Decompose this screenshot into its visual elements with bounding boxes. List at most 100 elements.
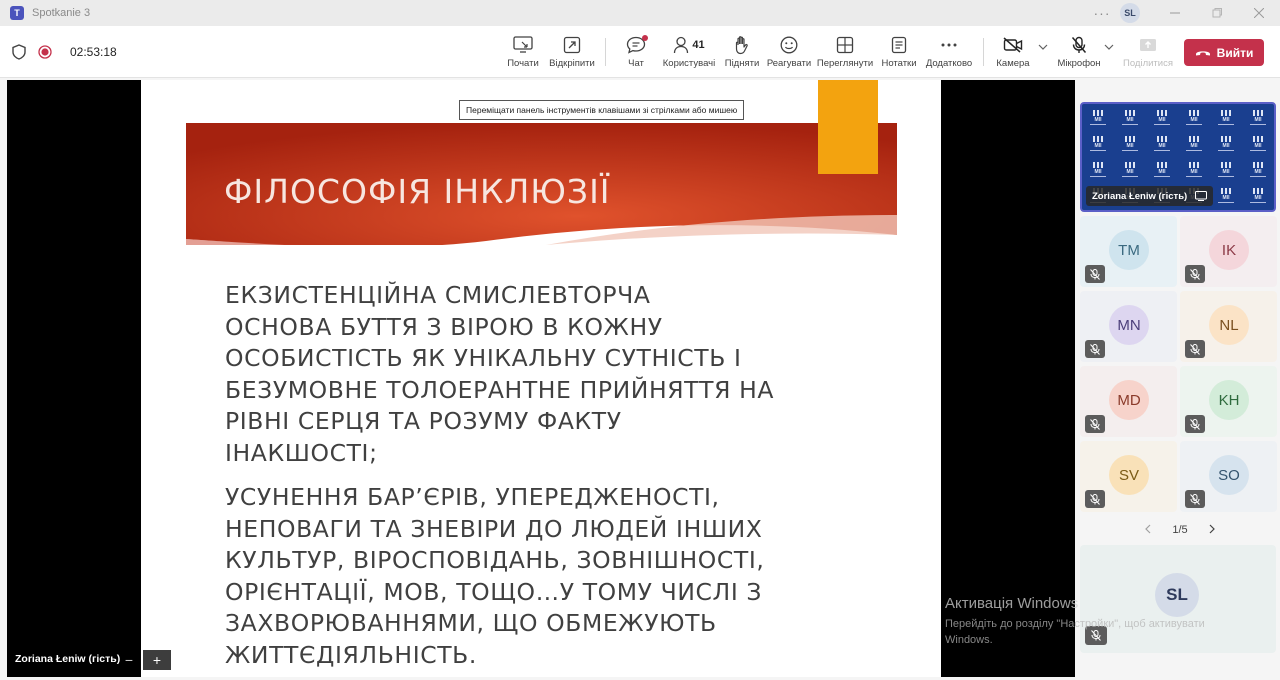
more-options-button[interactable]: ··· — [1086, 5, 1118, 21]
chevron-right-icon — [1209, 524, 1215, 534]
meeting-toolbar: 02:53:18 Почати Відкріпити Чат 41 Корист… — [0, 26, 1280, 78]
logo-underline — [1250, 201, 1266, 203]
logo-underline — [1250, 175, 1266, 177]
raise-hand-button[interactable]: Підняти — [724, 34, 760, 74]
logo-text: МІІ — [1222, 168, 1230, 175]
logo-underline — [1122, 149, 1138, 151]
logo-text: МІІ — [1158, 116, 1166, 123]
logo-underline — [1154, 149, 1170, 151]
participant-tile[interactable]: MN — [1080, 291, 1177, 362]
popout-button[interactable]: Відкріпити — [548, 34, 596, 74]
participant-tile[interactable]: NL — [1180, 291, 1277, 362]
logo-mark-icon — [1221, 187, 1231, 194]
logo-mark-icon — [1157, 109, 1167, 116]
close-window-button[interactable] — [1238, 0, 1280, 26]
slide-text-line: ОСНОВА БУТТЯ З ВІРОЮ В КОЖНУ — [225, 312, 663, 341]
participant-tile[interactable]: SV — [1080, 441, 1177, 512]
participant-tile[interactable]: TM — [1080, 216, 1177, 287]
background-logo: МІІ — [1082, 156, 1114, 182]
background-logo: МІІ — [1210, 130, 1242, 156]
logo-mark-icon — [1253, 109, 1263, 116]
notes-icon — [891, 34, 907, 56]
slide-text-line: ІНАКШОСТІ; — [225, 438, 378, 467]
background-logo: МІІ — [1242, 104, 1274, 130]
participant-tile[interactable]: SO — [1180, 441, 1277, 512]
background-logo: МІІ — [1242, 130, 1274, 156]
participants-panel: МІІ МІІ МІІ МІІ МІІ МІІ МІІ МІІ МІІ МІІ МІІ МІІ МІІ М… — [1075, 80, 1280, 680]
participant-tile[interactable]: KH — [1180, 366, 1277, 437]
page-indicator: 1/5 — [1172, 524, 1188, 536]
background-logo: МІІ — [1210, 104, 1242, 130]
more-actions-button[interactable]: Додатково — [924, 34, 974, 74]
chat-icon — [626, 34, 648, 56]
view-button[interactable]: Переглянути — [816, 34, 874, 74]
participant-avatar: IK — [1209, 230, 1249, 270]
people-button[interactable]: 41 Користувачі — [662, 34, 716, 74]
background-logo: МІІ — [1210, 182, 1242, 208]
camera-button[interactable]: Камера — [994, 34, 1032, 74]
logo-text: МІІ — [1190, 142, 1198, 149]
microphone-button[interactable]: Мікрофон — [1056, 34, 1102, 74]
camera-off-icon — [1003, 34, 1023, 56]
logo-mark-icon — [1221, 161, 1231, 168]
logo-underline — [1090, 175, 1106, 177]
participant-avatar: TM — [1109, 230, 1149, 270]
share-screen-icon — [1139, 34, 1157, 56]
share-button[interactable]: Поділитися — [1122, 34, 1174, 74]
screen-share-icon — [1195, 191, 1208, 201]
presenter-name-label: Zoriana Łeniw (гість) — [15, 653, 121, 665]
raise-hand-icon — [734, 34, 750, 56]
zoom-in-button[interactable]: + — [143, 650, 171, 670]
slide-text-line: ЗАХВОРЮВАННЯМИ, ЩО ОБМЕЖУЮТЬ — [225, 609, 717, 637]
camera-options-chevron-icon[interactable] — [1038, 42, 1048, 53]
leave-button[interactable]: Вийти — [1184, 39, 1264, 66]
minimize-icon — [1170, 12, 1180, 14]
mic-options-chevron-icon[interactable] — [1104, 42, 1114, 53]
teams-logo-icon: T — [10, 6, 24, 20]
start-button[interactable]: Почати — [505, 34, 541, 74]
people-label: Користувачі — [662, 58, 716, 69]
meeting-timer: 02:53:18 — [70, 45, 117, 59]
slide-accent-tab — [818, 80, 878, 174]
logo-mark-icon — [1189, 109, 1199, 116]
logo-text: МІІ — [1190, 116, 1198, 123]
logo-text: МІІ — [1126, 168, 1134, 175]
logo-mark-icon — [1253, 187, 1263, 194]
participant-avatar: SO — [1209, 455, 1249, 495]
slide-text-line: КУЛЬТУР, ВІРОСПОВІДАНЬ, ЗОВНІШНОСТІ, — [225, 546, 765, 574]
logo-mark-icon — [1093, 135, 1103, 142]
participant-tile[interactable]: IK — [1180, 216, 1277, 287]
logo-mark-icon — [1253, 135, 1263, 142]
mic-muted-icon — [1185, 340, 1205, 358]
user-avatar[interactable]: SL — [1120, 3, 1140, 23]
notes-button[interactable]: Нотатки — [880, 34, 918, 74]
people-count: 41 — [692, 39, 705, 51]
zoom-out-button[interactable]: − — [115, 650, 143, 670]
zoom-controls: − + — [115, 650, 171, 670]
logo-underline — [1250, 123, 1266, 125]
chat-button[interactable]: Чат — [624, 34, 648, 74]
participant-tile[interactable]: MD — [1080, 366, 1177, 437]
popout-label: Відкріпити — [549, 58, 595, 69]
logo-mark-icon — [1125, 161, 1135, 168]
slide-text-line: УСУНЕННЯ БАР’ЄРІВ, УПЕРЕДЖЕНОСТІ, — [225, 483, 720, 511]
logo-mark-icon — [1157, 135, 1167, 142]
maximize-button[interactable] — [1196, 0, 1238, 26]
chevron-left-icon — [1145, 524, 1151, 534]
background-logo: МІІ — [1146, 130, 1178, 156]
background-logo: МІІ — [1114, 156, 1146, 182]
popout-icon — [563, 34, 581, 56]
present-icon — [513, 34, 533, 56]
background-logo: МІІ — [1082, 130, 1114, 156]
presenter-video-tile[interactable]: МІІ МІІ МІІ МІІ МІІ МІІ МІІ МІІ МІІ МІІ МІІ МІІ МІІ М… — [1080, 102, 1276, 212]
react-button[interactable]: Реагувати — [766, 34, 812, 74]
prev-page-button[interactable] — [1145, 523, 1151, 537]
next-page-button[interactable] — [1209, 523, 1215, 537]
emoji-icon — [780, 34, 798, 56]
background-logo: МІІ — [1114, 130, 1146, 156]
logo-mark-icon — [1189, 135, 1199, 142]
shield-icon[interactable] — [12, 44, 26, 60]
presenter-tile-label: Zoriana Łeniw (гість) — [1086, 186, 1214, 206]
minimize-button[interactable] — [1154, 0, 1196, 26]
more-icon — [940, 34, 958, 56]
